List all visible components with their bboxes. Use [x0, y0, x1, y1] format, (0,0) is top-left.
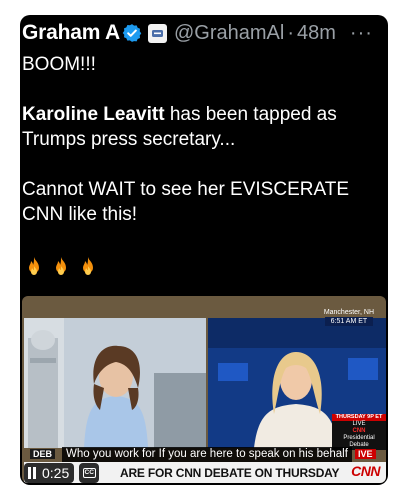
tweet-line: Cannot WAIT to see her EVISCERATE [22, 179, 349, 200]
player-time: 0:25 [42, 465, 70, 481]
mentioned-name: Karoline Leavitt [22, 104, 165, 125]
affiliation-badge-icon[interactable] [148, 23, 167, 43]
video-player[interactable]: Manchester, NH 6:51 AM ET THURSDAY 9P ET… [22, 296, 386, 483]
debate-graphic-header: THURSDAY 9P ET [332, 414, 386, 421]
pause-icon [28, 467, 38, 479]
tweet-line: Karoline Leavitt has been tapped as [22, 102, 386, 127]
debate-graphic: THURSDAY 9P ET LIVE CNN Presidential Deb… [332, 414, 386, 450]
fire-emoji-icon [29, 257, 39, 275]
player-controls: 0:25 CC [24, 463, 100, 483]
debate-graphic-live: LIVE [352, 421, 366, 427]
captions-icon: CC [82, 468, 96, 478]
tweet-header: Graham A @GrahamAl · 48m ··· [22, 18, 388, 48]
deb-tag: DEB [30, 449, 56, 459]
tweet-line: BOOM!!! [22, 54, 96, 75]
post-time[interactable]: 48m [297, 22, 336, 45]
live-tag: IVE [355, 449, 376, 459]
chyron-text: ARE FOR CNN DEBATE ON THURSDAY [120, 465, 340, 480]
user-handle[interactable]: @GrahamAl [174, 22, 284, 45]
video-left-panel [24, 318, 206, 448]
fire-emoji-icon [83, 257, 93, 275]
fire-emoji-icon [56, 257, 66, 275]
tweet-line: Trumps press secretary... [22, 129, 236, 150]
tweet-line-rest: has been tapped as [164, 104, 337, 125]
emoji-row [22, 255, 100, 279]
pause-button[interactable]: 0:25 [24, 463, 75, 483]
display-name[interactable]: Graham A [22, 21, 120, 45]
closed-caption-text: Who you work for If you are here to spea… [62, 447, 352, 462]
debate-graphic-line1: Presidential [343, 435, 375, 441]
affiliate-logo-icon [152, 29, 163, 37]
captions-button[interactable]: CC [79, 463, 100, 483]
location-text: Manchester, NH [323, 309, 374, 316]
more-options-icon[interactable]: ··· [350, 22, 373, 45]
anchor-scene-image [24, 318, 206, 448]
separator-dot: · [287, 21, 295, 44]
broadcast-location: Manchester, NH 6:51 AM ET [324, 308, 374, 326]
debate-graphic-brand: CNN [352, 428, 366, 434]
tweet-card: Graham A @GrahamAl · 48m ··· BOOM!!! Kar… [20, 15, 388, 485]
verified-badge-icon [122, 24, 142, 42]
broadcast-clock: 6:51 AM ET [324, 317, 374, 326]
tweet-line: CNN like this! [22, 204, 138, 225]
cnn-logo: CNN [351, 463, 380, 479]
tweet-body: BOOM!!! Karoline Leavitt has been tapped… [22, 52, 386, 227]
